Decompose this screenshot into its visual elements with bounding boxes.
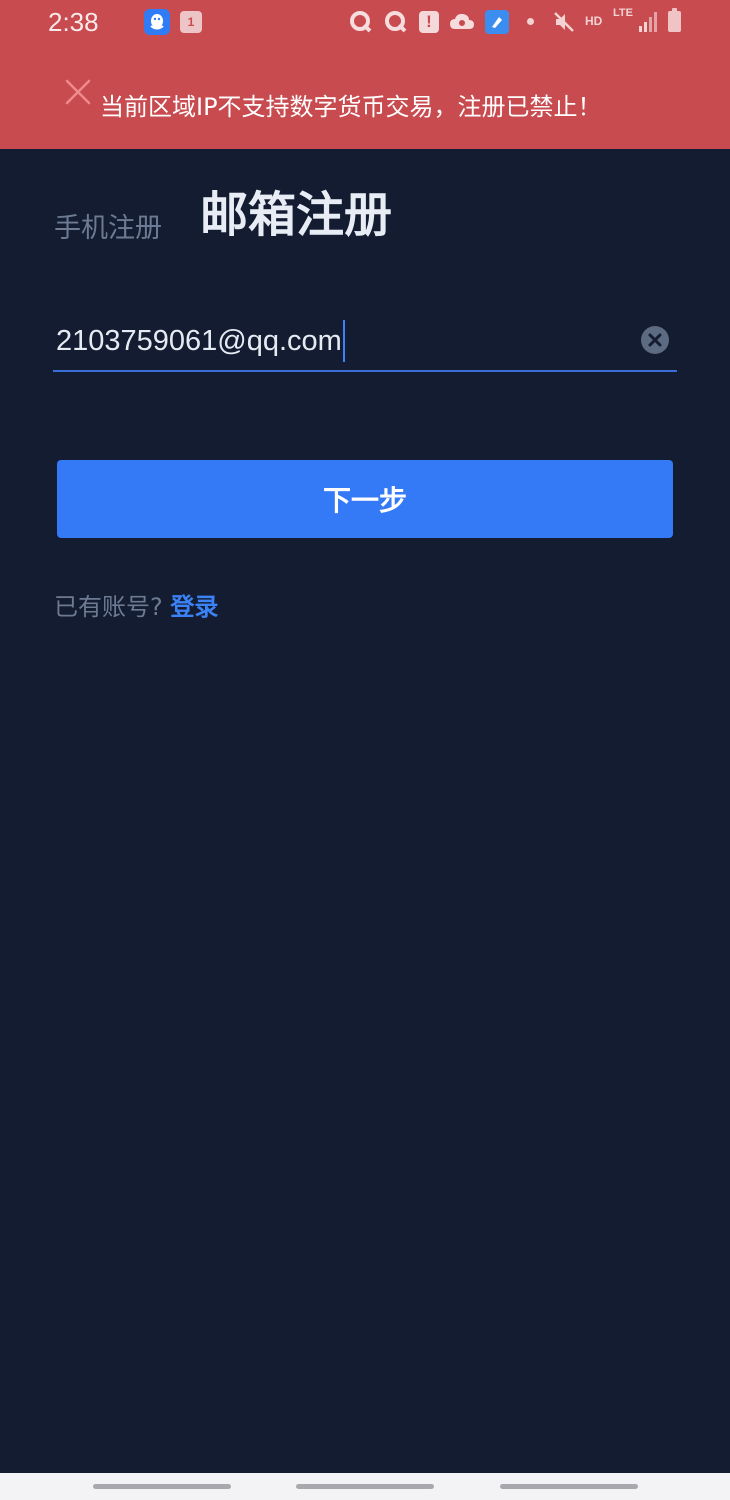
- nav-handle-center[interactable]: [296, 1484, 434, 1489]
- q-notification-icon: [383, 9, 409, 35]
- q-notification-icon: [348, 9, 374, 35]
- clear-icon[interactable]: [641, 326, 669, 354]
- login-row: 已有账号? 登录: [54, 588, 218, 626]
- alert-icon: !: [419, 11, 439, 33]
- banner-message: 当前区域IP不支持数字货币交易，注册已禁止！: [100, 93, 602, 121]
- notification-dot: [527, 18, 534, 25]
- nav-handle-left[interactable]: [93, 1484, 231, 1489]
- cloud-icon: [449, 9, 475, 35]
- warning-banner: 2:38 1 ! HD LTE 当前区域IP不支持数字货币交易，注册已禁止！: [0, 0, 730, 149]
- close-icon[interactable]: [64, 78, 92, 106]
- text-caret: [342, 320, 345, 362]
- navigation-bar: [0, 1473, 730, 1500]
- tab-phone-register[interactable]: 手机注册: [54, 210, 162, 248]
- login-link[interactable]: 登录: [170, 593, 218, 621]
- mute-icon: [551, 9, 577, 35]
- signal-icon: [638, 11, 658, 37]
- email-input-value: 2103759061@qq.com: [56, 325, 342, 357]
- lte-indicator: LTE: [613, 7, 633, 19]
- qq-icon: [144, 9, 170, 35]
- calendar-icon: 1: [180, 11, 202, 33]
- hd-indicator: HD: [585, 14, 603, 28]
- blue-app-icon: [485, 10, 509, 34]
- login-prompt: 已有账号?: [54, 593, 163, 621]
- tab-email-register[interactable]: 邮箱注册: [200, 184, 392, 246]
- email-field[interactable]: 2103759061@qq.com: [53, 312, 677, 372]
- battery-icon: [668, 8, 681, 32]
- email-input[interactable]: 2103759061@qq.com: [56, 320, 345, 362]
- nav-handle-right[interactable]: [500, 1484, 638, 1489]
- next-button[interactable]: 下一步: [57, 460, 673, 538]
- status-time: 2:38: [48, 7, 99, 37]
